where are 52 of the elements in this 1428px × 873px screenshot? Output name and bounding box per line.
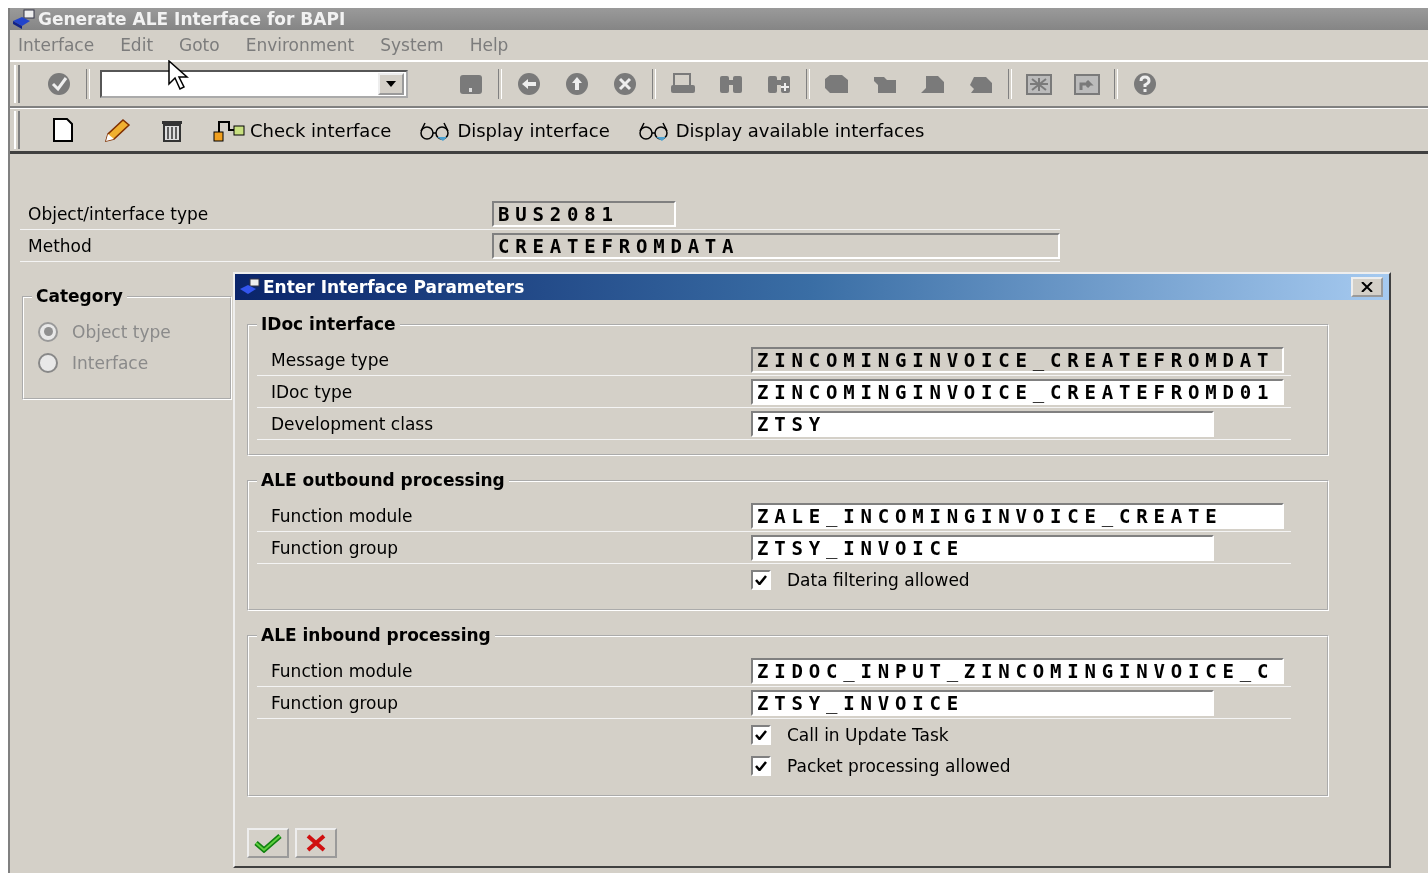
dropdown-button[interactable] bbox=[378, 73, 404, 95]
checkbox-label: Data filtering allowed bbox=[787, 569, 970, 590]
window-title: Generate ALE Interface for BAPI bbox=[38, 9, 346, 29]
radio-label: Object type bbox=[72, 321, 171, 342]
field-label: Function module bbox=[270, 660, 414, 681]
checkbox[interactable] bbox=[751, 569, 771, 590]
cancel-button[interactable] bbox=[295, 828, 337, 858]
field-label: Message type bbox=[270, 349, 390, 370]
group-title: ALE inbound processing bbox=[257, 625, 495, 645]
field-label: Function module bbox=[270, 505, 414, 526]
input-field[interactable]: CREATEFROMDATA bbox=[492, 232, 1060, 259]
input-field[interactable]: ZTSY_INVOICE bbox=[751, 689, 1214, 716]
field-label: IDoc type bbox=[270, 381, 354, 402]
field-label: Object/interface type bbox=[27, 203, 210, 224]
close-icon bbox=[1361, 282, 1373, 292]
check-icon bbox=[755, 760, 767, 771]
input-field[interactable]: BUS2081 bbox=[492, 200, 676, 227]
field-label: Method bbox=[27, 235, 93, 256]
field-label: Function group bbox=[270, 692, 400, 713]
input-field[interactable]: ZALE_INCOMINGINVOICE_CREATE bbox=[751, 502, 1284, 529]
check-icon bbox=[755, 729, 767, 740]
toolbar-button[interactable]: Display available interfaces bbox=[627, 117, 933, 143]
input-field[interactable]: ZTSY_INVOICE bbox=[751, 534, 1214, 561]
cross-icon bbox=[305, 833, 327, 853]
field-label: Function group bbox=[270, 537, 400, 558]
field-label: Development class bbox=[270, 413, 435, 434]
checkbox-label: Packet processing allowed bbox=[787, 755, 1011, 776]
input-field[interactable]: ZINCOMINGINVOICE_CREATEFROMD01 bbox=[751, 378, 1284, 405]
radio-label: Interface bbox=[72, 352, 149, 373]
input-field[interactable]: ZIDOC_INPUT_ZINCOMINGINVOICE_C bbox=[751, 657, 1284, 684]
toolbar-button[interactable]: Check interface bbox=[204, 117, 400, 143]
app-icon bbox=[239, 278, 261, 296]
checkmark-icon bbox=[254, 833, 282, 853]
shortcut-icon[interactable] bbox=[1072, 71, 1102, 97]
app-icon bbox=[12, 9, 36, 29]
input-field[interactable]: ZTSY bbox=[751, 410, 1214, 437]
checkbox[interactable] bbox=[751, 755, 771, 776]
close-button[interactable] bbox=[1351, 277, 1383, 297]
input-field[interactable]: ZINCOMINGINVOICE_CREATEFROMDAT bbox=[751, 346, 1284, 373]
pencil-icon[interactable] bbox=[102, 117, 132, 143]
toolbar-button[interactable]: Display interface bbox=[409, 117, 618, 143]
confirm-button[interactable] bbox=[247, 828, 289, 858]
new-session-icon[interactable] bbox=[1024, 71, 1054, 97]
caret-icon bbox=[386, 81, 396, 87]
checkbox[interactable] bbox=[751, 724, 771, 745]
document-icon[interactable] bbox=[50, 117, 76, 143]
group-title: ALE outbound processing bbox=[257, 470, 509, 490]
check-icon bbox=[755, 574, 767, 585]
dialog-title: Enter Interface Parameters bbox=[263, 277, 526, 297]
checkbox-label: Call in Update Task bbox=[787, 724, 949, 745]
command-field[interactable] bbox=[100, 70, 408, 98]
group-title: Category bbox=[32, 286, 127, 306]
